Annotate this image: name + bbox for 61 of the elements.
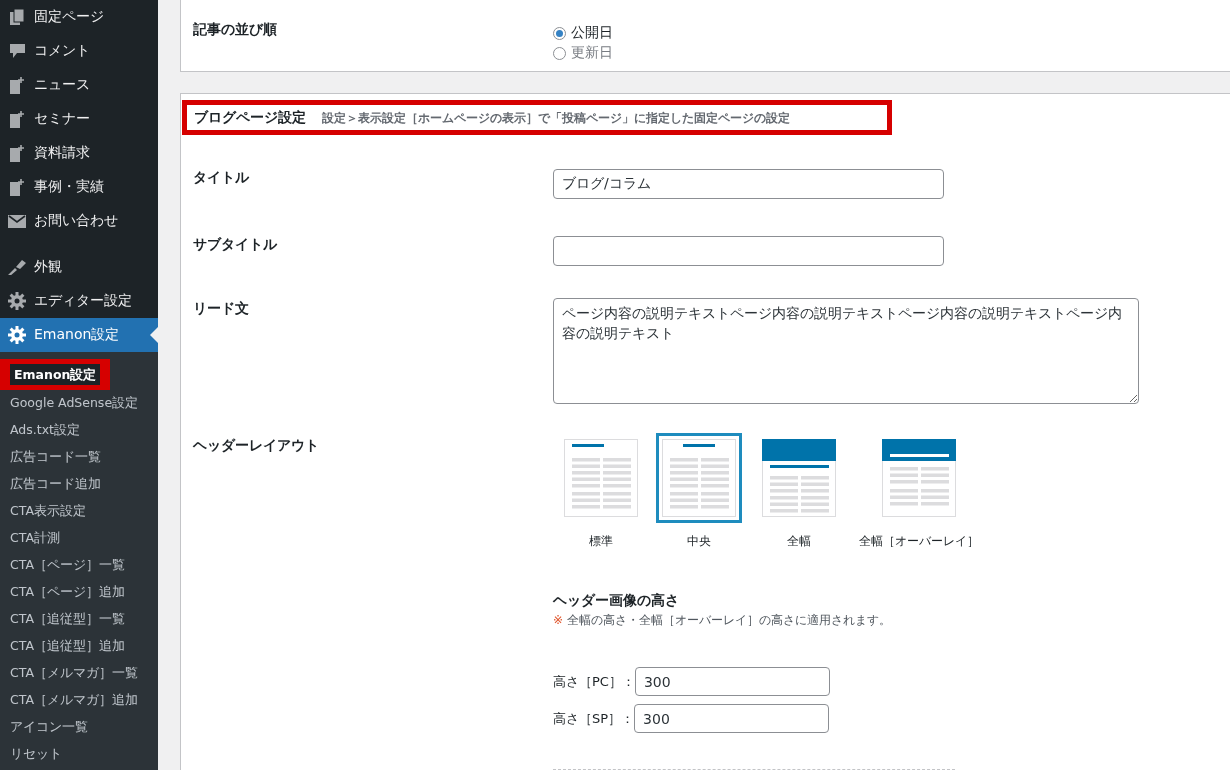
submenu-item[interactable]: CTA［メルマガ］一覧 — [0, 660, 158, 687]
field-label: 高さ［PC］： — [553, 672, 635, 691]
field-label: リード文 — [193, 299, 250, 318]
submenu-item[interactable]: CTA表示設定 — [0, 498, 158, 525]
number-field[interactable]: 300 — [634, 667, 830, 696]
option-caption: 全幅 — [787, 533, 811, 550]
radio-button[interactable] — [553, 46, 566, 60]
text-area[interactable]: ページ内容の説明テキストページ内容の説明テキストページ内容の説明テキストページ内容の説明テキスト — [553, 298, 1139, 404]
document-plus-icon — [9, 76, 25, 94]
menu-item[interactable]: 事例・実績 — [0, 170, 158, 204]
submenu-item[interactable]: Emanon設定 — [0, 359, 111, 390]
submenu-item[interactable]: CTA［ページ］追加 — [0, 579, 158, 606]
submenu-item[interactable]: リセット — [0, 741, 158, 768]
option-caption: 標準 — [589, 533, 613, 550]
submenu-item[interactable]: 広告コード追加 — [0, 471, 158, 498]
document-plus-icon — [9, 144, 25, 162]
pointer-icon — [150, 327, 158, 343]
submenu-item[interactable]: CTA［メルマガ］追加 — [0, 687, 158, 714]
section-description: 設定＞表示設定［ホームページの表示］で「投稿ページ」に指定した固定ページの設定 — [322, 110, 790, 127]
menu-item[interactable]: コメント — [0, 34, 158, 68]
brush-icon — [8, 259, 26, 275]
pages-icon — [10, 9, 24, 25]
submenu-item[interactable]: Ads.txt設定 — [0, 417, 158, 444]
submenu-item[interactable]: Google AdSense設定 — [0, 390, 158, 417]
radio-label[interactable]: 公開日 — [571, 24, 613, 42]
radio-label[interactable]: 更新日 — [571, 44, 613, 62]
submenu-item[interactable]: アイコン一覧 — [0, 714, 158, 741]
option-caption: 中央 — [687, 533, 711, 550]
menu-item[interactable]: 固定ページ — [0, 0, 158, 34]
menu-item[interactable]: セミナー — [0, 102, 158, 136]
field-label: ヘッダーレイアウト — [193, 437, 320, 455]
submenu-item[interactable]: CTA計測 — [0, 525, 158, 552]
document-plus-icon — [9, 178, 25, 196]
submenu-item[interactable]: 広告コード一覧 — [0, 444, 158, 471]
menu-item[interactable]: ニュース — [0, 68, 158, 102]
menu-item[interactable]: 資料請求 — [0, 136, 158, 170]
submenu-item[interactable]: CTA［ページ］一覧 — [0, 552, 158, 579]
envelope-icon — [8, 214, 26, 228]
menu-item[interactable]: エディター設定 — [0, 284, 158, 318]
field-label: 高さ［SP］： — [553, 709, 635, 728]
field-label: サブタイトル — [193, 236, 278, 254]
gear-icon — [8, 292, 26, 310]
text-field[interactable] — [553, 236, 944, 266]
number-field[interactable]: 300 — [634, 704, 830, 733]
submenu-item[interactable]: CTA［追従型］追加 — [0, 633, 158, 660]
option-caption: 全幅［オーバーレイ］ — [859, 533, 979, 550]
menu-item[interactable]: お問い合わせ — [0, 204, 158, 238]
document-plus-icon — [9, 110, 25, 128]
text-field[interactable]: ブログ/コラム — [553, 169, 944, 199]
comment-icon — [9, 43, 25, 59]
field-label: 記事の並び順 — [193, 21, 278, 39]
gear-icon — [8, 326, 26, 344]
field-label: タイトル — [193, 169, 250, 187]
note-text: ※ 全幅の高さ・全幅［オーバーレイ］の高さに適用されます。 — [553, 612, 892, 629]
menu-item[interactable]: 外観 — [0, 250, 158, 284]
submenu-item[interactable]: CTA［追従型］一覧 — [0, 606, 158, 633]
layout-option[interactable] — [656, 433, 742, 523]
radio-button[interactable] — [553, 26, 566, 40]
section-title: ブログページ設定 — [194, 109, 306, 127]
subsection-title: ヘッダー画像の高さ — [553, 592, 680, 610]
menu-item[interactable]: Emanon設定 — [0, 318, 158, 352]
